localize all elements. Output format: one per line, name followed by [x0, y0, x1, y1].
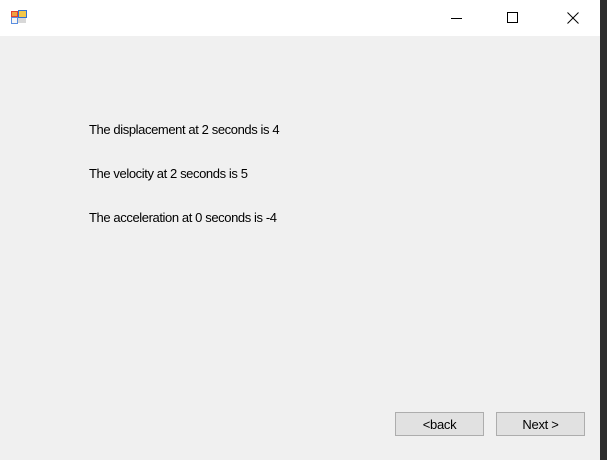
- minimize-icon: [451, 18, 462, 19]
- title-bar[interactable]: [0, 0, 600, 36]
- minimize-button[interactable]: [434, 0, 480, 36]
- desktop-background-strip: [600, 0, 607, 460]
- next-button[interactable]: Next >: [496, 412, 585, 436]
- acceleration-label: The acceleration at 0 seconds is -4: [89, 210, 277, 225]
- maximize-button[interactable]: [490, 0, 536, 36]
- back-button[interactable]: <back: [395, 412, 484, 436]
- close-button[interactable]: [550, 0, 596, 36]
- displacement-label: The displacement at 2 seconds is 4: [89, 122, 280, 137]
- app-icon: [11, 10, 27, 24]
- app-window: The displacement at 2 seconds is 4 The v…: [0, 0, 600, 460]
- client-area: The displacement at 2 seconds is 4 The v…: [0, 36, 600, 460]
- close-icon: [567, 12, 579, 24]
- velocity-label: The velocity at 2 seconds is 5: [89, 166, 248, 181]
- maximize-icon: [507, 12, 518, 23]
